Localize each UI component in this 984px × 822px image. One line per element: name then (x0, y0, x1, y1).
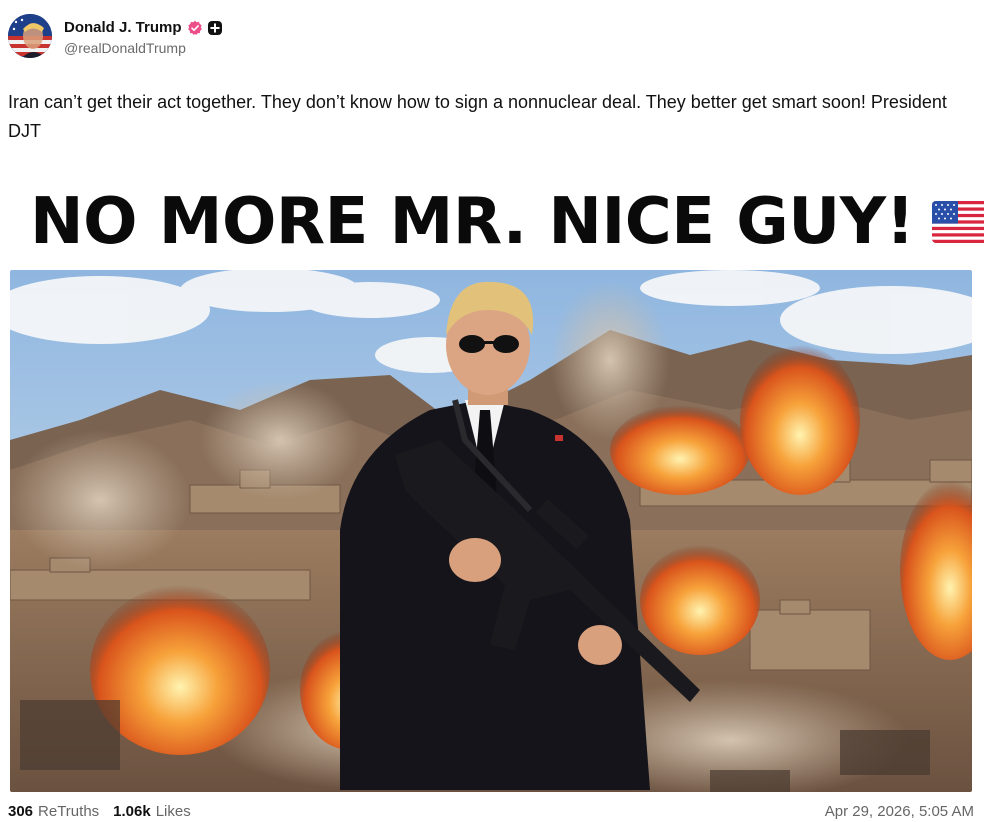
post-timestamp[interactable]: Apr 29, 2026, 5:05 AM (825, 803, 974, 820)
author-handle[interactable]: @realDonaldTrump (64, 40, 223, 56)
american-flag-portrait-avatar-icon (8, 14, 52, 58)
retruths-label[interactable]: ReTruths (38, 803, 99, 820)
likes-count[interactable]: 1.06k (113, 803, 151, 820)
post-text: Iran can’t get their act together. They … (8, 92, 947, 141)
image-headline: NO MORE MR. NICE GUY! (30, 185, 915, 259)
man-in-suit-with-rifle-explosions-image[interactable] (10, 270, 972, 792)
likes-label[interactable]: Likes (156, 803, 191, 820)
name-row: Donald J. Trump (64, 17, 223, 39)
image-headline-banner: NO MORE MR. NICE GUY! (30, 176, 984, 268)
post-footer: 306 ReTruths 1.06k Likes Apr 29, 2026, 5… (8, 800, 974, 822)
post-header: Donald J. Trump @realDonaldTrump (8, 14, 223, 58)
avatar[interactable] (8, 14, 52, 58)
verified-badge-icon (187, 20, 203, 36)
us-flag-icon (932, 201, 984, 243)
display-name[interactable]: Donald J. Trump (64, 19, 182, 36)
plus-badge-icon (207, 20, 223, 36)
retruths-count[interactable]: 306 (8, 803, 33, 820)
author-identity: Donald J. Trump @realDonaldTrump (64, 17, 223, 56)
